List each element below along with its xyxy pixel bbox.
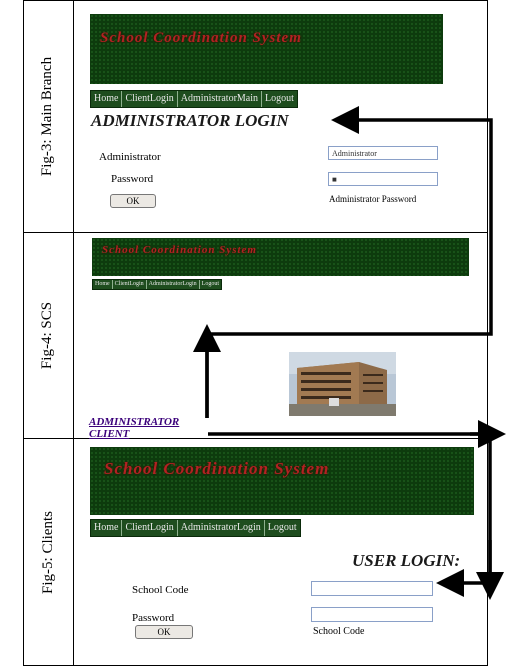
arrow-client-to-clients (208, 432, 492, 597)
flow-arrows (193, 106, 506, 600)
arrow-admin-to-main-branch (205, 106, 493, 418)
